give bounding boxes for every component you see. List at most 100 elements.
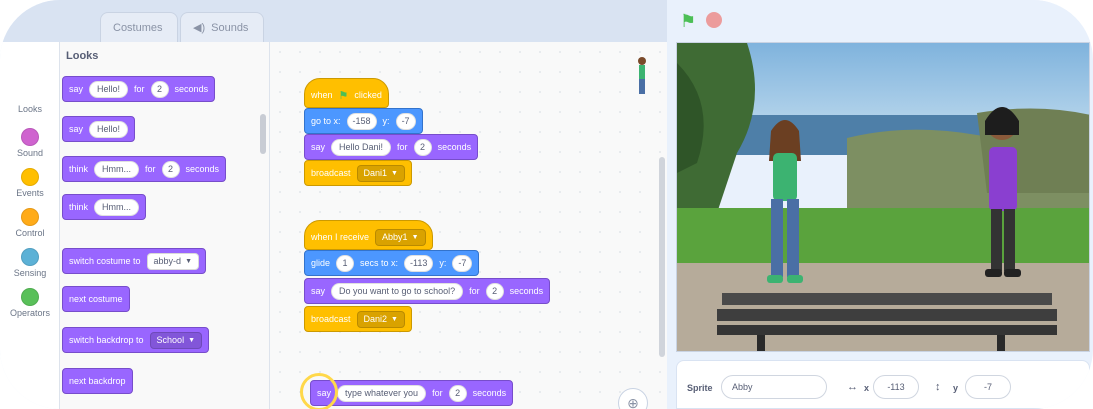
- message-input[interactable]: Do you want to go to school?: [331, 282, 464, 300]
- y-position-field[interactable]: -7: [965, 375, 1011, 399]
- operators-dot-icon: [21, 288, 39, 306]
- y-label: y: [953, 383, 959, 393]
- next-costume-block[interactable]: next costume: [62, 286, 130, 312]
- block-text: say: [69, 84, 84, 94]
- stop-icon[interactable]: [706, 12, 722, 28]
- stage[interactable]: [676, 42, 1090, 352]
- block-text: for: [134, 84, 145, 94]
- sound-dot-icon: [21, 128, 39, 146]
- say-block[interactable]: say Hello!: [62, 116, 136, 142]
- message-input[interactable]: Hello!: [89, 80, 129, 98]
- message-input[interactable]: Hello Dani!: [331, 138, 392, 156]
- say-for-secs-block[interactable]: say Hello Dani! for 2 seconds: [304, 134, 479, 160]
- broadcast-block[interactable]: broadcast Dani1 ▼: [304, 160, 412, 186]
- caret-down-icon: ▼: [391, 169, 398, 177]
- block-text: go to x:: [311, 116, 341, 126]
- category-label: Events: [16, 188, 44, 198]
- block-text: glide: [311, 258, 331, 268]
- green-flag-icon[interactable]: ⚑: [680, 11, 696, 32]
- go-to-xy-block[interactable]: go to x: -158 y: -7: [304, 108, 423, 134]
- block-text: seconds: [509, 286, 544, 296]
- category-label: Operators: [9, 308, 51, 318]
- x-label: x: [864, 383, 870, 393]
- category-sensing[interactable]: Sensing: [0, 248, 60, 278]
- dropdown-value: abby-d: [153, 256, 182, 266]
- when-flag-clicked-block[interactable]: when ⚑ clicked: [304, 78, 389, 108]
- glide-block[interactable]: glide 1 secs to x: -113 y: -7: [304, 250, 480, 276]
- x-input[interactable]: -158: [346, 112, 377, 130]
- broadcast-block[interactable]: broadcast Dani2 ▼: [304, 306, 412, 332]
- message-input[interactable]: Hmm...: [94, 198, 140, 216]
- x-input[interactable]: -113: [404, 254, 434, 272]
- stage-header: [667, 0, 1093, 42]
- think-block[interactable]: think Hmm...: [62, 194, 147, 220]
- category-events[interactable]: Events: [0, 168, 60, 198]
- category-operators[interactable]: Operators: [0, 288, 60, 318]
- say-for-secs-block[interactable]: say type whatever you for 2 seconds: [310, 380, 514, 406]
- y-input[interactable]: -7: [452, 254, 473, 272]
- seconds-input[interactable]: 2: [413, 138, 432, 156]
- seconds-input[interactable]: 2: [448, 384, 467, 402]
- block-text: switch backdrop to: [69, 335, 144, 345]
- message-dropdown[interactable]: Abby1 ▼: [375, 228, 426, 246]
- message-input[interactable]: Hmm...: [94, 160, 140, 178]
- message-dropdown[interactable]: Dani1 ▼: [356, 164, 405, 182]
- message-dropdown[interactable]: Dani2 ▼: [356, 310, 405, 328]
- code-workspace[interactable]: when ⚑ clicked go to x: -158 y: -7 say H…: [270, 42, 667, 409]
- block-text: seconds: [174, 84, 209, 94]
- caret-down-icon: ▼: [185, 257, 192, 265]
- next-backdrop-block[interactable]: next backdrop: [62, 368, 133, 394]
- y-value: -7: [983, 382, 992, 392]
- palette-scrollbar[interactable]: [260, 114, 266, 154]
- zoom-in-icon[interactable]: ⊕: [618, 388, 648, 409]
- message-input[interactable]: Hello!: [89, 120, 129, 138]
- tab-costumes[interactable]: Costumes: [100, 12, 178, 42]
- x-position-field[interactable]: -113: [873, 375, 919, 399]
- block-text: switch costume to: [69, 256, 141, 266]
- block-text: broadcast: [311, 168, 351, 178]
- block-text: say: [311, 286, 326, 296]
- seconds-input[interactable]: 2: [161, 160, 180, 178]
- backdrop-dropdown[interactable]: School ▼: [149, 331, 203, 349]
- category-label: Sensing: [13, 268, 47, 278]
- seconds-input[interactable]: 2: [150, 80, 169, 98]
- block-text: broadcast: [311, 314, 351, 324]
- switch-costume-block[interactable]: switch costume to abby-d ▼: [62, 248, 206, 274]
- costume-dropdown[interactable]: abby-d ▼: [146, 252, 199, 270]
- green-flag-icon: ⚑: [338, 89, 349, 102]
- block-text: next costume: [69, 294, 123, 304]
- block-text: think: [69, 202, 89, 212]
- block-text: say: [69, 124, 84, 134]
- category-sound[interactable]: Sound: [0, 128, 60, 158]
- when-i-receive-block[interactable]: when I receive Abby1 ▼: [304, 220, 433, 250]
- message-input[interactable]: type whatever you: [337, 384, 427, 402]
- dropdown-value: Dani2: [363, 314, 388, 324]
- say-for-secs-block[interactable]: say Do you want to go to school? for 2 s…: [304, 278, 551, 304]
- category-menu: Looks Sound Events Control Sensing Opera…: [0, 42, 60, 409]
- category-control[interactable]: Control: [0, 208, 60, 238]
- sprite-name-field[interactable]: Abby: [721, 375, 827, 399]
- tab-sounds[interactable]: ◀︎) Sounds: [180, 12, 264, 42]
- block-text: seconds: [437, 142, 472, 152]
- seconds-input[interactable]: 1: [336, 254, 355, 272]
- block-text: y:: [382, 116, 390, 126]
- category-looks[interactable]: Looks: [0, 104, 60, 114]
- block-text: clicked: [354, 90, 382, 100]
- workspace-scrollbar[interactable]: [659, 157, 665, 357]
- say-for-secs-block[interactable]: say Hello! for 2 seconds: [62, 76, 216, 102]
- seconds-input[interactable]: 2: [485, 282, 504, 300]
- block-text: y:: [439, 258, 447, 268]
- sprite-label: Sprite: [687, 383, 713, 393]
- editor-tab-bar: Costumes ◀︎) Sounds: [0, 0, 670, 42]
- category-label: Looks: [17, 104, 43, 114]
- y-input[interactable]: -7: [395, 112, 416, 130]
- editor-frame: Costumes ◀︎) Sounds Looks Sound Events C…: [0, 0, 1093, 409]
- dropdown-value: Dani1: [363, 168, 388, 178]
- think-for-secs-block[interactable]: think Hmm... for 2 seconds: [62, 156, 227, 182]
- switch-backdrop-block[interactable]: switch backdrop to School ▼: [62, 327, 210, 353]
- block-text: for: [432, 388, 443, 398]
- y-arrows-icon: ↕: [935, 381, 941, 393]
- sprite-info-panel: Sprite Abby ↔ x -113 ↕ y -7: [676, 360, 1090, 409]
- block-text: when: [311, 90, 333, 100]
- sprite-thumbnail-icon: [638, 57, 646, 94]
